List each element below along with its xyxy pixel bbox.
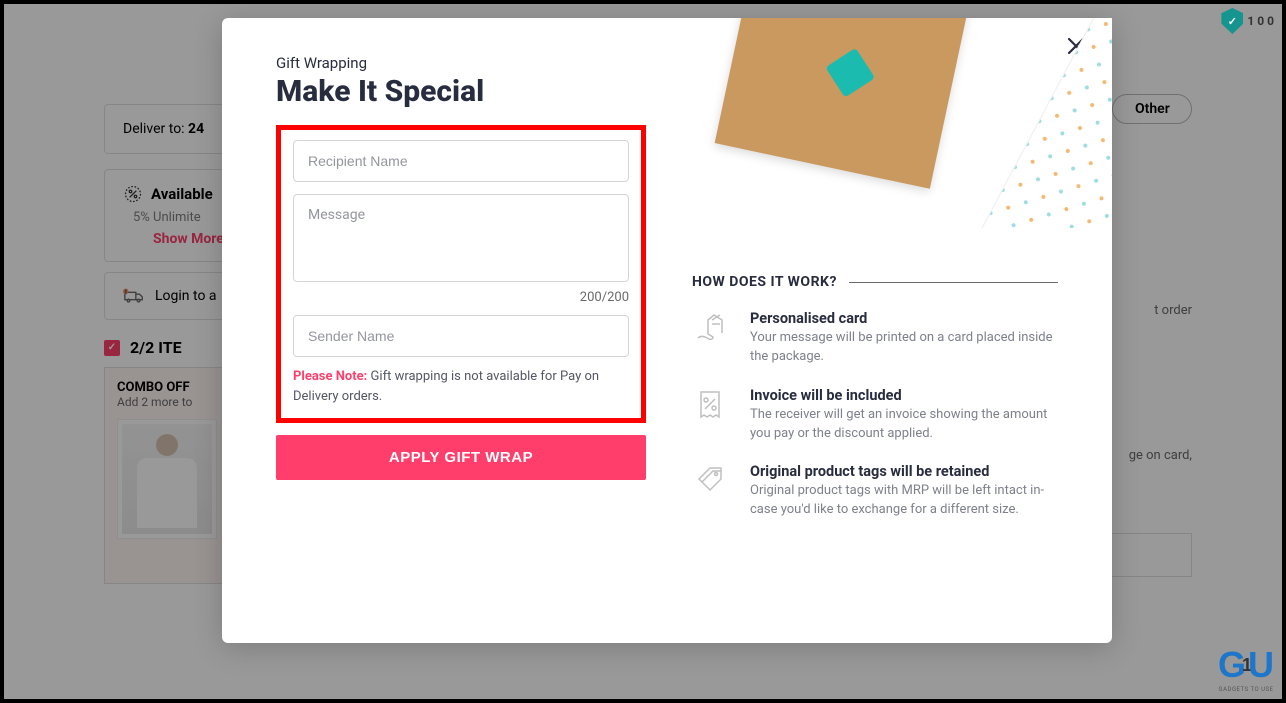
info-title-1: Invoice will be included	[750, 387, 1058, 404]
modal-form-column: Gift Wrapping Make It Special 200/200 Pl…	[276, 54, 646, 613]
info-desc-2: Original product tags with MRP will be l…	[750, 482, 1058, 520]
gift-wrap-modal: Gift Wrapping Make It Special 200/200 Pl…	[222, 18, 1112, 643]
info-desc-1: The receiver will get an invoice showing…	[750, 406, 1058, 444]
trust-badge: ✓ 1 0 0	[1221, 8, 1274, 34]
info-personalised-card: Personalised card Your message will be p…	[692, 310, 1058, 367]
gift-wrap-image	[692, 18, 1112, 228]
form-highlight-box: 200/200 Please Note: Gift wrapping is no…	[276, 125, 646, 423]
modal-title: Make It Special	[276, 74, 646, 109]
sender-name-input[interactable]	[293, 315, 629, 357]
shield-check-icon: ✓	[1221, 8, 1243, 34]
info-title-2: Original product tags will be retained	[750, 463, 1058, 480]
card-hand-icon	[692, 310, 728, 346]
info-tags: Original product tags will be retained O…	[692, 463, 1058, 520]
note-text: Please Note: Gift wrapping is not availa…	[293, 367, 629, 406]
char-counter: 200/200	[293, 290, 629, 305]
note-label: Please Note:	[293, 369, 367, 384]
how-it-works-heading: HOW DOES IT WORK?	[692, 274, 1058, 290]
apply-gift-wrap-button[interactable]: APPLY GIFT WRAP	[276, 435, 646, 480]
info-invoice: Invoice will be included The receiver wi…	[692, 387, 1058, 444]
logo-tagline: GADGETS TO USE	[1218, 686, 1274, 693]
message-textarea[interactable]	[293, 194, 629, 282]
modal-subtitle: Gift Wrapping	[276, 54, 646, 72]
recipient-name-input[interactable]	[293, 140, 629, 182]
info-desc-0: Your message will be printed on a card p…	[750, 329, 1058, 367]
receipt-icon	[692, 387, 728, 423]
info-title-0: Personalised card	[750, 310, 1058, 327]
gadgets-to-use-logo: G1U GADGETS TO USE	[1218, 644, 1274, 693]
tag-icon	[692, 463, 728, 499]
modal-info-column: HOW DOES IT WORK? Personalised card Your…	[692, 54, 1058, 613]
badge-text: 1 0 0	[1247, 14, 1274, 28]
